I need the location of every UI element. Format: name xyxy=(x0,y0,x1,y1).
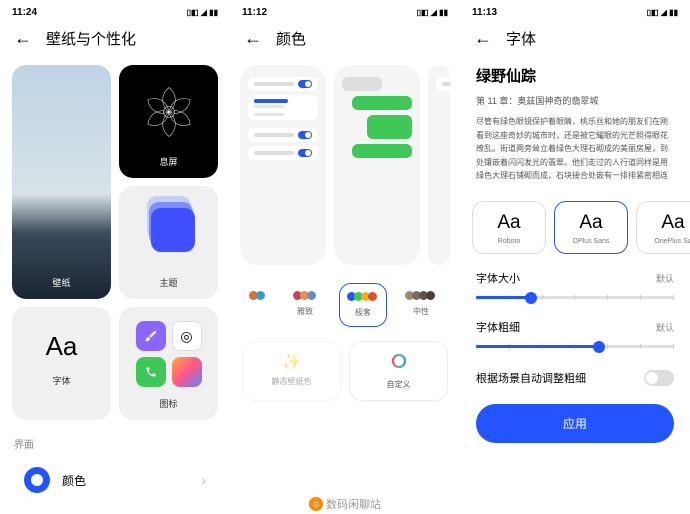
palette-option-partial[interactable] xyxy=(245,283,271,308)
aod-tile[interactable]: 息屏 xyxy=(119,65,218,178)
font-option[interactable]: Aa OPlus Sans xyxy=(554,201,628,254)
palette-option[interactable]: 极客 xyxy=(339,283,387,327)
font-weight-slider[interactable] xyxy=(476,345,674,348)
auto-weight-toggle[interactable] xyxy=(644,370,674,386)
font-screen: 11:13 ▯◧ ◢ ▮▮ ← 字体 绿野仙踪 第 11 章：奥兹国神奇的翡翠城… xyxy=(460,0,690,514)
slider-value: 默认 xyxy=(656,272,674,285)
chevron-right-icon: › xyxy=(201,472,206,488)
status-time: 11:13 xyxy=(472,7,497,18)
wallpaper-color-button[interactable]: ✨ 静态壁纸色 xyxy=(242,341,341,401)
aod-pattern-icon xyxy=(134,77,204,147)
status-icons: ▯◧ ◢ ▮▮ xyxy=(187,8,218,17)
gallery-icon xyxy=(172,357,202,387)
font-preview: 绿野仙踪 第 11 章：奥兹国神奇的翡翠城 尽管有绿色眼镜保护着眼睛，桃乐丝和她… xyxy=(460,65,690,195)
preview-cards xyxy=(230,65,460,277)
page-title: 字体 xyxy=(506,28,536,49)
auto-weight-row: 根据场景自动调整粗细 xyxy=(460,362,690,394)
tile-grid: 壁纸 息屏 xyxy=(0,65,230,420)
page-header: ← 颜色 xyxy=(230,20,460,65)
back-icon[interactable]: ← xyxy=(244,28,262,49)
page-header: ← 字体 xyxy=(460,20,690,65)
palette-label: 中性 xyxy=(413,306,429,317)
font-option[interactable]: Aa Roboto xyxy=(472,201,546,254)
tile-label: 壁纸 xyxy=(52,276,70,289)
status-icons: ▯◧ ◢ ▮▮ xyxy=(647,8,678,17)
palette-label: 雅致 xyxy=(297,306,313,317)
tile-label: 图标 xyxy=(159,397,177,410)
font-size-section: 字体大小 默认 xyxy=(460,264,690,313)
font-sample: Aa xyxy=(661,212,684,234)
preview-body: 尽管有绿色眼镜保护着眼睛，桃乐丝和她的朋友们在刚看到这座奇妙的城市时，还是被它耀… xyxy=(476,115,674,183)
preview-heading: 绿野仙踪 xyxy=(476,65,674,86)
palette-swatch-icon xyxy=(295,291,316,300)
tile-label: 息屏 xyxy=(159,155,177,168)
page-title: 颜色 xyxy=(276,28,306,49)
weibo-icon: ⊙ xyxy=(309,497,323,511)
apply-label: 应用 xyxy=(563,417,587,431)
font-size-slider[interactable] xyxy=(476,296,674,299)
color-ring-icon xyxy=(390,352,408,375)
color-row[interactable]: 颜色 › xyxy=(10,457,220,503)
preview-settings-card[interactable] xyxy=(240,65,326,265)
color-swatch-icon xyxy=(24,467,50,493)
tile-label: 字体 xyxy=(52,374,70,387)
row-label: 颜色 xyxy=(62,472,189,489)
watermark-text: 数码闲聊站 xyxy=(326,496,381,512)
preview-chapter: 第 11 章：奥兹国神奇的翡翠城 xyxy=(476,94,674,107)
color-screen: 11:12 ▯◧ ◢ ▮▮ ← 颜色 雅致 极客 中性 ✨ xyxy=(230,0,460,514)
slider-label: 字体粗细 xyxy=(476,319,520,335)
slider-label: 字体大小 xyxy=(476,270,520,286)
apply-button[interactable]: 应用 xyxy=(476,404,674,443)
palette-swatch-icon xyxy=(349,292,377,301)
preview-card-partial[interactable] xyxy=(428,65,450,265)
btn-label: 自定义 xyxy=(387,379,411,390)
status-bar: 11:24 ▯◧ ◢ ▮▮ xyxy=(0,0,230,20)
font-sample: Aa xyxy=(497,212,520,234)
back-icon[interactable]: ← xyxy=(474,28,492,49)
section-label: 界面 xyxy=(0,420,230,457)
font-name-label: Roboto xyxy=(498,238,521,245)
phone-icon xyxy=(136,357,166,387)
custom-color-button[interactable]: 自定义 xyxy=(349,341,448,401)
brush-icon xyxy=(136,321,166,351)
page-title: 壁纸与个性化 xyxy=(46,28,136,49)
font-sample: Aa xyxy=(579,212,602,234)
palette-swatch-icon xyxy=(407,291,435,300)
icon-tile[interactable]: ◎ 图标 xyxy=(119,307,218,420)
personalization-screen: 11:24 ▯◧ ◢ ▮▮ ← 壁纸与个性化 壁纸 xyxy=(0,0,230,514)
watermark: ⊙ 数码闲聊站 xyxy=(309,496,381,512)
status-bar: 11:12 ▯◧ ◢ ▮▮ xyxy=(230,0,460,20)
status-icons: ▯◧ ◢ ▮▮ xyxy=(417,8,448,17)
palette-strip: 雅致 极客 中性 xyxy=(230,277,460,337)
palette-option[interactable]: 雅致 xyxy=(281,283,329,325)
font-sample-icon: Aa xyxy=(46,331,78,362)
preview-chat-card[interactable] xyxy=(334,65,420,265)
theme-tile[interactable]: 主题 xyxy=(119,186,218,299)
font-name-label: OPlus Sans xyxy=(573,238,610,245)
btn-label: 静态壁纸色 xyxy=(272,376,312,387)
font-name-label: OnePlus Sa xyxy=(654,238,690,245)
font-option[interactable]: Aa OnePlus Sa xyxy=(636,201,690,254)
back-icon[interactable]: ← xyxy=(14,28,32,49)
wallpaper-tile[interactable]: 壁纸 xyxy=(12,65,111,299)
palette-option[interactable]: 中性 xyxy=(397,283,445,325)
camera-icon: ◎ xyxy=(172,321,202,351)
palette-label: 极客 xyxy=(355,307,371,318)
toggle-label: 根据场景自动调整粗细 xyxy=(476,370,586,386)
tile-label: 主题 xyxy=(159,276,177,289)
status-time: 11:24 xyxy=(12,7,37,18)
font-weight-section: 字体粗细 默认 xyxy=(460,313,690,362)
font-picker: Aa Roboto Aa OPlus Sans Aa OnePlus Sa xyxy=(460,195,690,264)
wand-icon: ✨ xyxy=(282,352,302,372)
icon-grid-preview: ◎ xyxy=(136,321,202,387)
page-header: ← 壁纸与个性化 xyxy=(0,20,230,65)
status-time: 11:12 xyxy=(242,7,267,18)
custom-row: ✨ 静态壁纸色 自定义 xyxy=(230,337,460,405)
status-bar: 11:13 ▯◧ ◢ ▮▮ xyxy=(460,0,690,20)
font-tile[interactable]: Aa 字体 xyxy=(12,307,111,420)
slider-value: 默认 xyxy=(656,321,674,334)
